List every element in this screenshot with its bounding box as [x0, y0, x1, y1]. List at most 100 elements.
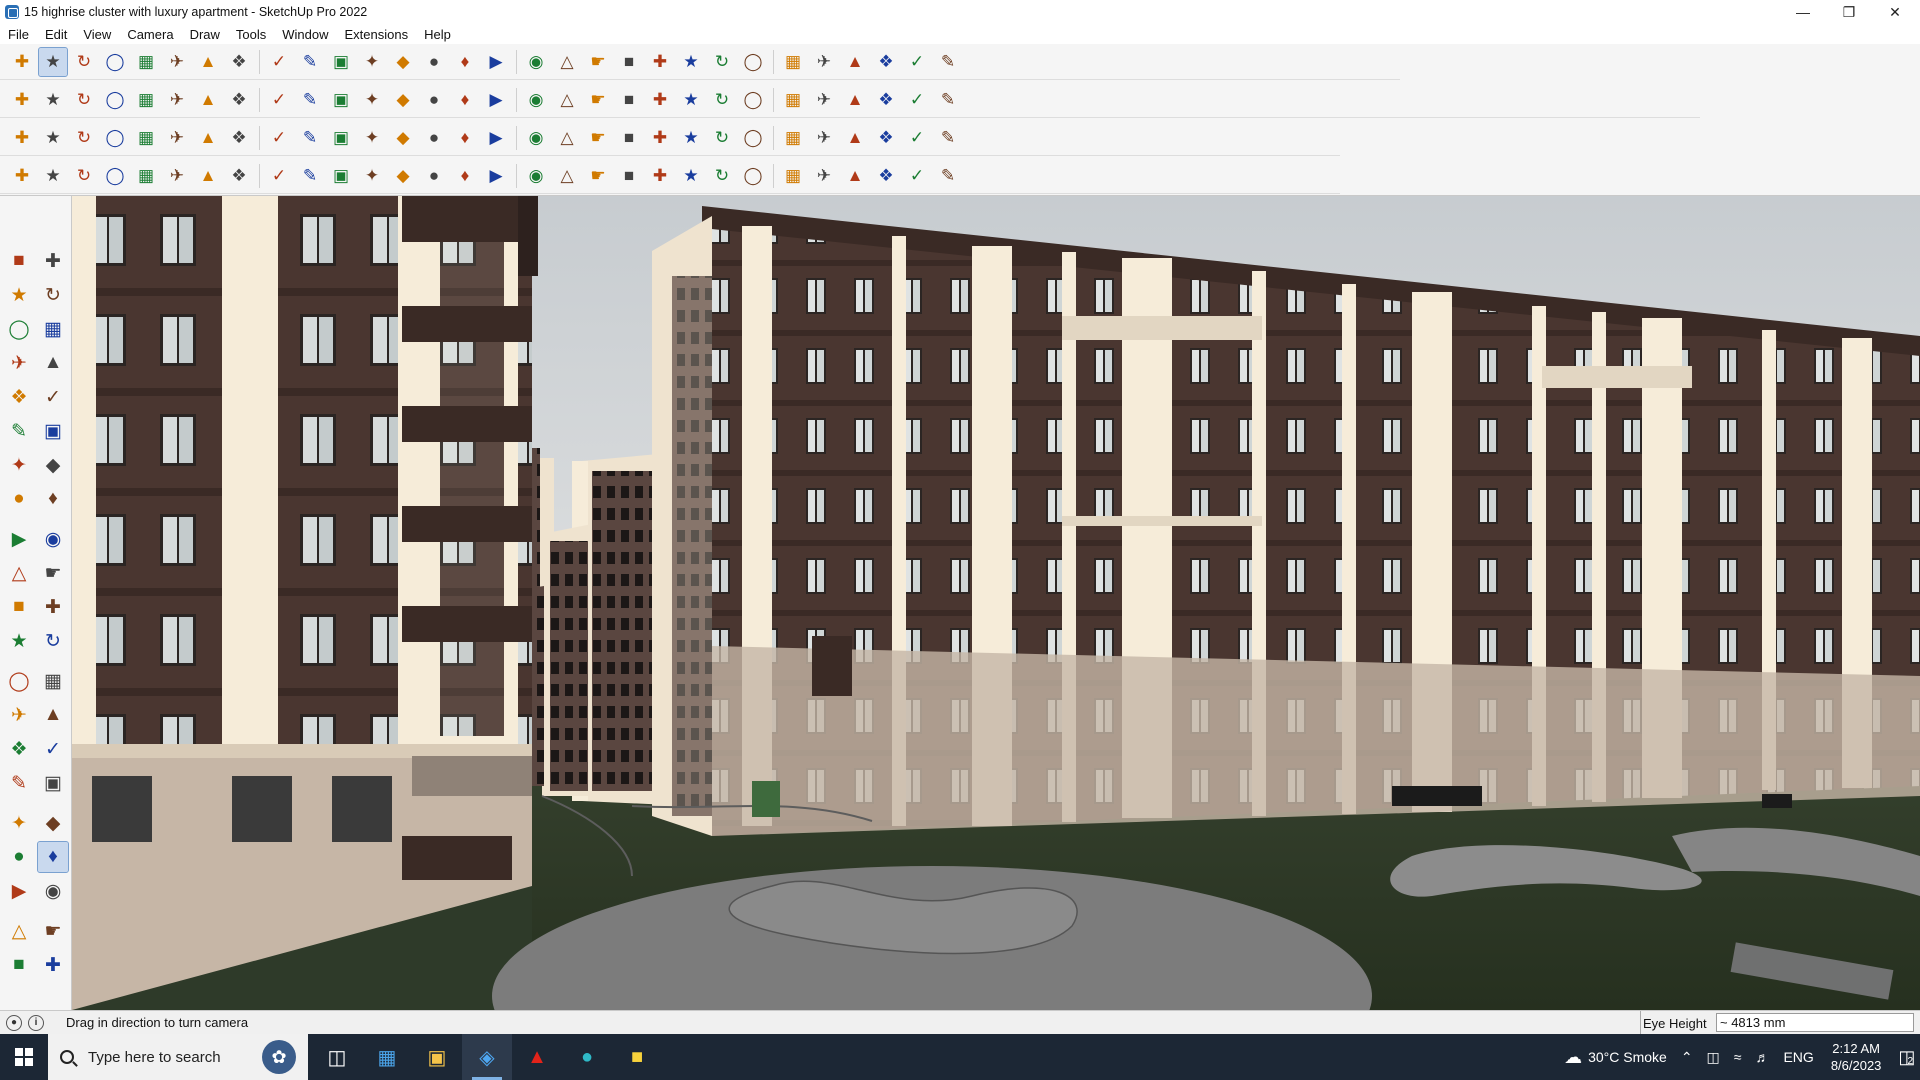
measurements-box[interactable]: ~ 4813 mm — [1716, 1013, 1914, 1032]
lathe-tool-button[interactable]: ★ — [677, 162, 705, 190]
push-pull-tool-button[interactable]: ◉ — [38, 524, 68, 554]
push-pull-tool-button[interactable]: ▲ — [194, 48, 222, 76]
text-tool-button[interactable]: ◆ — [389, 48, 417, 76]
slab-tool-button[interactable]: ✎ — [934, 86, 962, 114]
file-explorer-app[interactable]: ▣ — [412, 1034, 462, 1080]
cut-tool-tool-button[interactable]: ◯ — [101, 162, 129, 190]
zoom-tool-button[interactable]: ✚ — [8, 48, 36, 76]
right-tool-button[interactable]: ◯ — [101, 86, 129, 114]
top-tool-button[interactable]: ★ — [39, 86, 67, 114]
plugin-tool-button[interactable]: ✦ — [358, 124, 386, 152]
orbit-2-tool-button[interactable]: ❖ — [4, 734, 34, 764]
stack-tool-button[interactable]: ◉ — [522, 162, 550, 190]
extend-tool-button[interactable]: ● — [420, 162, 448, 190]
section-tool-button[interactable]: ✈ — [810, 48, 838, 76]
door-tool-button[interactable]: ▦ — [779, 86, 807, 114]
taper-tool-button[interactable]: ↻ — [708, 162, 736, 190]
link-tool-button[interactable]: ■ — [615, 124, 643, 152]
paint-tool-button[interactable]: ● — [420, 48, 448, 76]
clock[interactable]: 2:12 AM 8/6/2023 — [1821, 1040, 1892, 1074]
helix-tool-button[interactable]: ▦ — [779, 124, 807, 152]
pan-tool-button[interactable]: ✓ — [38, 734, 68, 764]
mirror-tool-button[interactable]: ▶ — [482, 162, 510, 190]
acrobat-app[interactable]: ▲ — [512, 1034, 562, 1080]
axes-tool-button[interactable]: ✈ — [4, 700, 34, 730]
front-tool-button[interactable]: ↻ — [70, 86, 98, 114]
position-camera-tool-button[interactable]: ● — [4, 842, 34, 872]
gear-tool-button[interactable]: ▦ — [132, 162, 160, 190]
polygon-tool-button[interactable]: ▣ — [38, 416, 68, 446]
eraser-tool-button[interactable]: ↻ — [38, 280, 68, 310]
follow-me-tool-button[interactable]: ☛ — [38, 558, 68, 588]
2pt-arc-tool-button[interactable]: ♦ — [38, 484, 68, 514]
move-tool-button[interactable]: ✓ — [265, 48, 293, 76]
pie-tool-button[interactable]: ◆ — [38, 450, 68, 480]
split-tool-button[interactable]: ● — [420, 86, 448, 114]
3d-text-tool-button[interactable]: ▲ — [38, 700, 68, 730]
circle-tool-button[interactable]: ✎ — [4, 416, 34, 446]
wifi-tray[interactable]: ≈ — [1727, 1034, 1749, 1080]
tag-3-tool-button[interactable]: ■ — [4, 950, 34, 980]
zoom-in-tool-button[interactable]: ◉ — [522, 48, 550, 76]
hook-tool-button[interactable]: ✎ — [296, 162, 324, 190]
slice-tool-button[interactable]: ▲ — [194, 162, 222, 190]
curve-tool-button[interactable]: ✚ — [8, 162, 36, 190]
house-tool-button[interactable]: ✚ — [646, 86, 674, 114]
skew-tool-button[interactable]: ✚ — [646, 162, 674, 190]
paint-tool-button[interactable]: ★ — [4, 280, 34, 310]
red-shape-tool-button[interactable]: ▦ — [132, 124, 160, 152]
array-tool-button[interactable]: ✈ — [810, 124, 838, 152]
fence-tool-button[interactable]: ☛ — [584, 162, 612, 190]
notifications-button[interactable]: ◫ 2 — [1891, 1034, 1920, 1080]
weather-widget[interactable]: ☁ 30°C Smoke — [1557, 1034, 1674, 1080]
menu-view[interactable]: View — [75, 27, 119, 42]
rail-tool-button[interactable]: ✦ — [358, 162, 386, 190]
chamfer-tool-button[interactable]: ✦ — [358, 86, 386, 114]
3pt-arc-tool-button[interactable]: ● — [4, 484, 34, 514]
iso-tool-button[interactable]: ✚ — [8, 86, 36, 114]
sketch-tool-button[interactable]: ◆ — [389, 124, 417, 152]
wall-tool-button[interactable]: ↻ — [708, 86, 736, 114]
star-tool-button[interactable]: ✚ — [646, 124, 674, 152]
window-tool-button[interactable]: ✈ — [810, 86, 838, 114]
stair-tool-button[interactable]: ◯ — [739, 86, 767, 114]
pan-tool-button[interactable]: ▶ — [482, 48, 510, 76]
menu-extensions[interactable]: Extensions — [337, 27, 417, 42]
arc-tool-button[interactable]: ✦ — [4, 450, 34, 480]
info-icon[interactable]: i — [28, 1014, 44, 1031]
orbit-tool-button[interactable]: ♦ — [451, 48, 479, 76]
twist-tool-button[interactable]: ✓ — [903, 124, 931, 152]
outline-tool-button[interactable]: ✈ — [163, 162, 191, 190]
comb-tool-button[interactable]: ■ — [615, 162, 643, 190]
tape-measure-tool-button[interactable]: ★ — [4, 626, 34, 656]
menu-tools[interactable]: Tools — [228, 27, 274, 42]
section-plane-tool-button[interactable]: ◉ — [38, 876, 68, 906]
select-tool-button[interactable]: ■ — [4, 246, 34, 276]
bend-tool-button[interactable]: ❖ — [872, 124, 900, 152]
minimize-button[interactable]: — — [1780, 0, 1826, 24]
zoom-extents-tool-button[interactable]: ✦ — [4, 808, 34, 838]
warehouse-tool-button[interactable]: ✎ — [934, 48, 962, 76]
white-shape-tool-button[interactable]: ✈ — [163, 124, 191, 152]
tag-1-tool-button[interactable]: △ — [4, 916, 34, 946]
volume-tray[interactable]: ♬ — [1748, 1034, 1776, 1080]
axes-tool-button[interactable]: ▲ — [841, 48, 869, 76]
menu-file[interactable]: File — [0, 27, 37, 42]
wood-tool-button[interactable]: ▣ — [327, 124, 355, 152]
move-tool-button[interactable]: ▶ — [4, 524, 34, 554]
dimension-tool-button[interactable]: ▦ — [38, 666, 68, 696]
stripes-tool-button[interactable]: △ — [553, 162, 581, 190]
3d-scene[interactable] — [72, 196, 1920, 1010]
roof-tool-button[interactable]: ★ — [677, 86, 705, 114]
tube-tool-button[interactable]: ★ — [677, 124, 705, 152]
bottom-tool-button[interactable]: ▲ — [194, 86, 222, 114]
trim-tool-button[interactable]: ◆ — [389, 162, 417, 190]
leaf-tool-button[interactable]: ✎ — [934, 162, 962, 190]
restore-button[interactable]: ❐ — [1826, 0, 1872, 24]
mesh-tool-button[interactable]: ✈ — [810, 162, 838, 190]
calculator-app[interactable]: ▦ — [362, 1034, 412, 1080]
offset-tool-button[interactable]: ✚ — [38, 592, 68, 622]
start-button[interactable] — [0, 1034, 48, 1080]
user-tool-button[interactable]: ↻ — [708, 48, 736, 76]
join-tool-button[interactable]: ◉ — [522, 86, 550, 114]
